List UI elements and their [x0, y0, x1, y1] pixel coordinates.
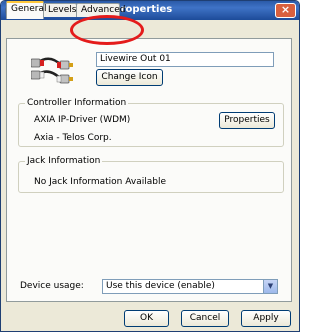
- change-icon-button[interactable]: Change Icon: [96, 69, 163, 86]
- cancel-button[interactable]: Cancel: [181, 310, 229, 327]
- jack-info-heading: Jack Information: [25, 156, 103, 166]
- ok-button[interactable]: OK: [124, 310, 169, 327]
- tab-levels[interactable]: Levels: [43, 3, 77, 17]
- chevron-down-icon[interactable]: ▼: [263, 280, 277, 293]
- driver-name: AXIA IP-Driver (WDM): [34, 115, 131, 125]
- tab-advanced[interactable]: Advanced: [76, 3, 125, 17]
- device-usage-label: Device usage:: [20, 281, 84, 291]
- jack-info-text: No Jack Information Available: [34, 177, 166, 187]
- manufacturer-name: Axia - Telos Corp.: [34, 133, 112, 143]
- rca-cable-icon: [31, 57, 73, 84]
- tab-general[interactable]: General: [6, 1, 46, 19]
- properties-button[interactable]: Properties: [219, 112, 275, 129]
- apply-button[interactable]: Apply: [241, 310, 291, 327]
- device-usage-select[interactable]: Use this device (enable) ▼: [102, 279, 278, 294]
- device-usage-value: Use this device (enable): [106, 281, 215, 291]
- properties-dialog: Livewire Out 01 Properties × General Lev…: [0, 0, 300, 332]
- device-name-input[interactable]: Livewire Out 01: [96, 52, 274, 67]
- controller-info-heading: Controller Information: [25, 98, 129, 108]
- close-button[interactable]: ×: [275, 3, 296, 18]
